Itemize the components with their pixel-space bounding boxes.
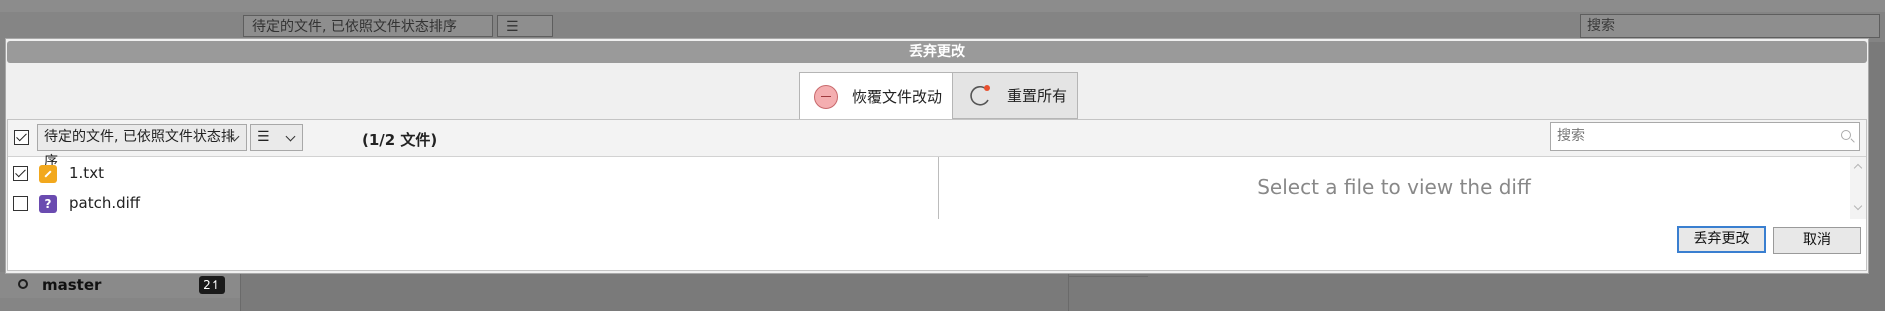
branch-icon: [18, 279, 28, 289]
tab-reset-all[interactable]: 重置所有: [952, 72, 1079, 119]
file-name: patch.diff: [69, 194, 141, 212]
discard-icon: [814, 84, 838, 109]
select-all-checkbox[interactable]: [14, 130, 29, 145]
file-toolbar: 待定的文件, 已依照文件状态排序 ☰ (1/2 文件) 搜索: [8, 120, 1866, 170]
file-name: 1.txt: [69, 164, 104, 182]
background-divider: [1068, 272, 1069, 311]
diff-placeholder: Select a file to view the diff: [1257, 175, 1531, 199]
dialog-tabs: 恢覆文件改动 重置所有: [799, 72, 1079, 121]
file-checkbox[interactable]: [13, 166, 28, 181]
background-view-combo: ☰: [497, 15, 553, 37]
discard-changes-dialog: 丢弃更改 恢覆文件改动 重置所有 待定的文件, 已依照文件状态排序 ☰ (1/2…: [5, 38, 1869, 274]
search-placeholder: 搜索: [1557, 128, 1585, 144]
scroll-down-icon[interactable]: [1853, 201, 1863, 211]
scroll-up-icon[interactable]: [1853, 163, 1863, 173]
changes-panel: 待定的文件, 已依照文件状态排序 ☰ (1/2 文件) 搜索 1.txt ? p…: [7, 119, 1867, 271]
file-count: (1/2 文件): [362, 131, 438, 149]
search-input[interactable]: 搜索: [1550, 122, 1860, 151]
dialog-title: 丢弃更改: [7, 41, 1867, 63]
background-sort-combo: 待定的文件, 已依照文件状态排序: [243, 15, 493, 37]
chevron-down-icon: [285, 131, 296, 142]
question-icon: ?: [39, 195, 57, 213]
diff-scrollbar[interactable]: [1850, 157, 1866, 219]
sort-combo[interactable]: 待定的文件, 已依照文件状态排序: [37, 124, 247, 170]
list-item[interactable]: ? patch.diff: [8, 190, 938, 218]
branch-badge: 2↿: [199, 276, 225, 294]
list-item[interactable]: 1.txt: [8, 160, 938, 188]
reset-icon: [970, 84, 991, 106]
file-checkbox[interactable]: [13, 196, 28, 211]
view-mode-combo[interactable]: ☰: [250, 124, 303, 151]
file-list: 1.txt ? patch.diff: [8, 157, 939, 219]
search-icon: [1841, 130, 1851, 140]
background-top-strip: [0, 0, 1885, 12]
tab-discard-file-changes[interactable]: 恢覆文件改动: [799, 72, 954, 121]
discard-changes-button[interactable]: 丢弃更改: [1677, 226, 1766, 253]
cancel-button[interactable]: 取消: [1773, 227, 1861, 254]
pencil-icon: [39, 165, 57, 183]
list-icon: ☰: [257, 129, 270, 145]
branch-name: master: [42, 276, 102, 294]
tab-label: 恢覆文件改动: [852, 88, 943, 106]
diff-viewer: Select a file to view the diff: [939, 157, 1849, 219]
background-divider: [1068, 276, 1148, 277]
background-search-input: 搜索: [1580, 14, 1880, 38]
tab-label: 重置所有: [1007, 87, 1068, 105]
